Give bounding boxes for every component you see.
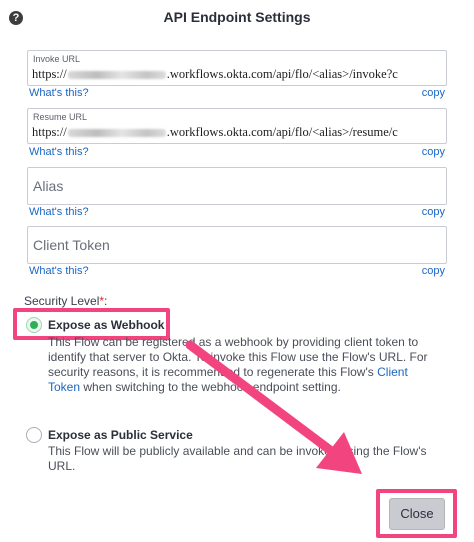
annotation-arrow-icon bbox=[185, 340, 362, 474]
